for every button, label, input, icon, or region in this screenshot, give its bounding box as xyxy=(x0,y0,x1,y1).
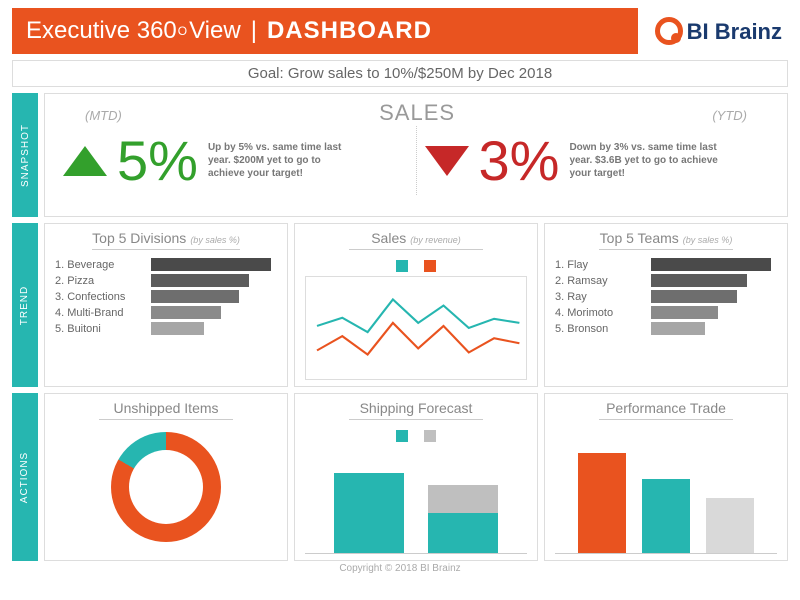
rank-row: 2. Ramsay xyxy=(555,274,777,287)
rank-label: 1. Beverage xyxy=(55,259,145,271)
rank-bar xyxy=(151,322,204,335)
title-separator: | xyxy=(251,17,257,45)
up-arrow-icon xyxy=(63,146,107,176)
footer-copyright: Copyright © 2018 BI Brainz xyxy=(12,563,788,574)
line-legend xyxy=(305,260,527,272)
rank-row: 1. Beverage xyxy=(55,258,277,271)
unshipped-donut-chart xyxy=(111,432,221,542)
rank-bar xyxy=(151,290,239,303)
sales-line-card: Sales(by revenue) xyxy=(294,223,538,387)
ytd-panel: 3% Down by 3% vs. same time last year. $… xyxy=(416,126,778,195)
rank-bar xyxy=(151,258,271,271)
brand-logo: BI Brainz xyxy=(638,17,788,45)
rank-bar xyxy=(651,290,737,303)
mtd-desc: Up by 5% vs. same time last year. $200M … xyxy=(208,141,358,180)
rank-label: 3. Ray xyxy=(555,291,645,303)
rank-label: 2. Ramsay xyxy=(555,275,645,287)
ytd-desc: Down by 3% vs. same time last year. $3.6… xyxy=(569,141,719,180)
rank-label: 2. Pizza xyxy=(55,275,145,287)
unshipped-card: Unshipped Items xyxy=(44,393,288,561)
logo-icon xyxy=(655,17,683,45)
ytd-label: (YTD) xyxy=(712,108,747,123)
forecast-chart xyxy=(305,446,527,554)
legend-swatch-grey xyxy=(424,430,436,442)
rank-label: 4. Morimoto xyxy=(555,307,645,319)
rank-row: 2. Pizza xyxy=(55,274,277,287)
rank-row: 4. Morimoto xyxy=(555,306,777,319)
rank-row: 3. Confections xyxy=(55,290,277,303)
goal-banner: Goal: Grow sales to 10%/$250M by Dec 201… xyxy=(12,60,788,87)
rank-bar xyxy=(151,274,249,287)
tab-trend[interactable]: TREND xyxy=(12,223,38,387)
legend-swatch-teal xyxy=(396,430,408,442)
rank-bar xyxy=(651,306,718,319)
teams-chart: 1. Flay 2. Ramsay 3. Ray 4. Morimoto 5. Bron… xyxy=(555,258,777,335)
trade-chart xyxy=(555,430,777,554)
divisions-card: Top 5 Divisions(by sales %) 1. Beverage2… xyxy=(44,223,288,387)
down-arrow-icon xyxy=(425,146,469,176)
tab-actions[interactable]: ACTIONS xyxy=(12,393,38,561)
trade-card: Performance Trade xyxy=(544,393,788,561)
degree-symbol: O xyxy=(178,24,187,38)
rank-row: 5. Buitoni xyxy=(55,322,277,335)
title-bar: Executive 360 O View | DASHBOARD xyxy=(12,8,638,54)
rank-label: 5. Bronson xyxy=(555,323,645,335)
rank-bar xyxy=(151,306,221,319)
ytd-value: 3% xyxy=(479,128,560,193)
rank-bar xyxy=(651,258,771,271)
forecast-legend xyxy=(305,430,527,442)
snapshot-card: (MTD) SALES (YTD) 5% Up by 5% vs. same t… xyxy=(44,93,788,217)
forecast-card: Shipping Forecast xyxy=(294,393,538,561)
mtd-panel: 5% Up by 5% vs. same time last year. $20… xyxy=(55,126,416,195)
rank-bar xyxy=(651,274,747,287)
rank-row: 1. Flay xyxy=(555,258,777,271)
rank-bar xyxy=(651,322,705,335)
title-prefix: Executive 360 xyxy=(26,17,177,45)
divisions-chart: 1. Beverage 2. Pizza 3. Confections 4. Mult… xyxy=(55,258,277,335)
snapshot-title: SALES xyxy=(379,100,455,126)
rank-label: 4. Multi-Brand xyxy=(55,307,145,319)
teams-card: Top 5 Teams(by sales %) 1. Flay2. Ramsay… xyxy=(544,223,788,387)
legend-swatch-teal xyxy=(396,260,408,272)
rank-row: 3. Ray xyxy=(555,290,777,303)
rank-row: 4. Multi-Brand xyxy=(55,306,277,319)
rank-row: 5. Bronson xyxy=(555,322,777,335)
rank-label: 3. Confections xyxy=(55,291,145,303)
rank-label: 5. Buitoni xyxy=(55,323,145,335)
mtd-label: (MTD) xyxy=(85,108,122,123)
header: Executive 360 O View | DASHBOARD BI Brai… xyxy=(12,8,788,54)
dashboard-label: DASHBOARD xyxy=(267,17,432,45)
tab-snapshot[interactable]: SNAPSHOT xyxy=(12,93,38,217)
title-suffix: View xyxy=(189,17,241,45)
sales-line-chart xyxy=(305,276,527,380)
legend-swatch-orange xyxy=(424,260,436,272)
mtd-value: 5% xyxy=(117,128,198,193)
rank-label: 1. Flay xyxy=(555,259,645,271)
